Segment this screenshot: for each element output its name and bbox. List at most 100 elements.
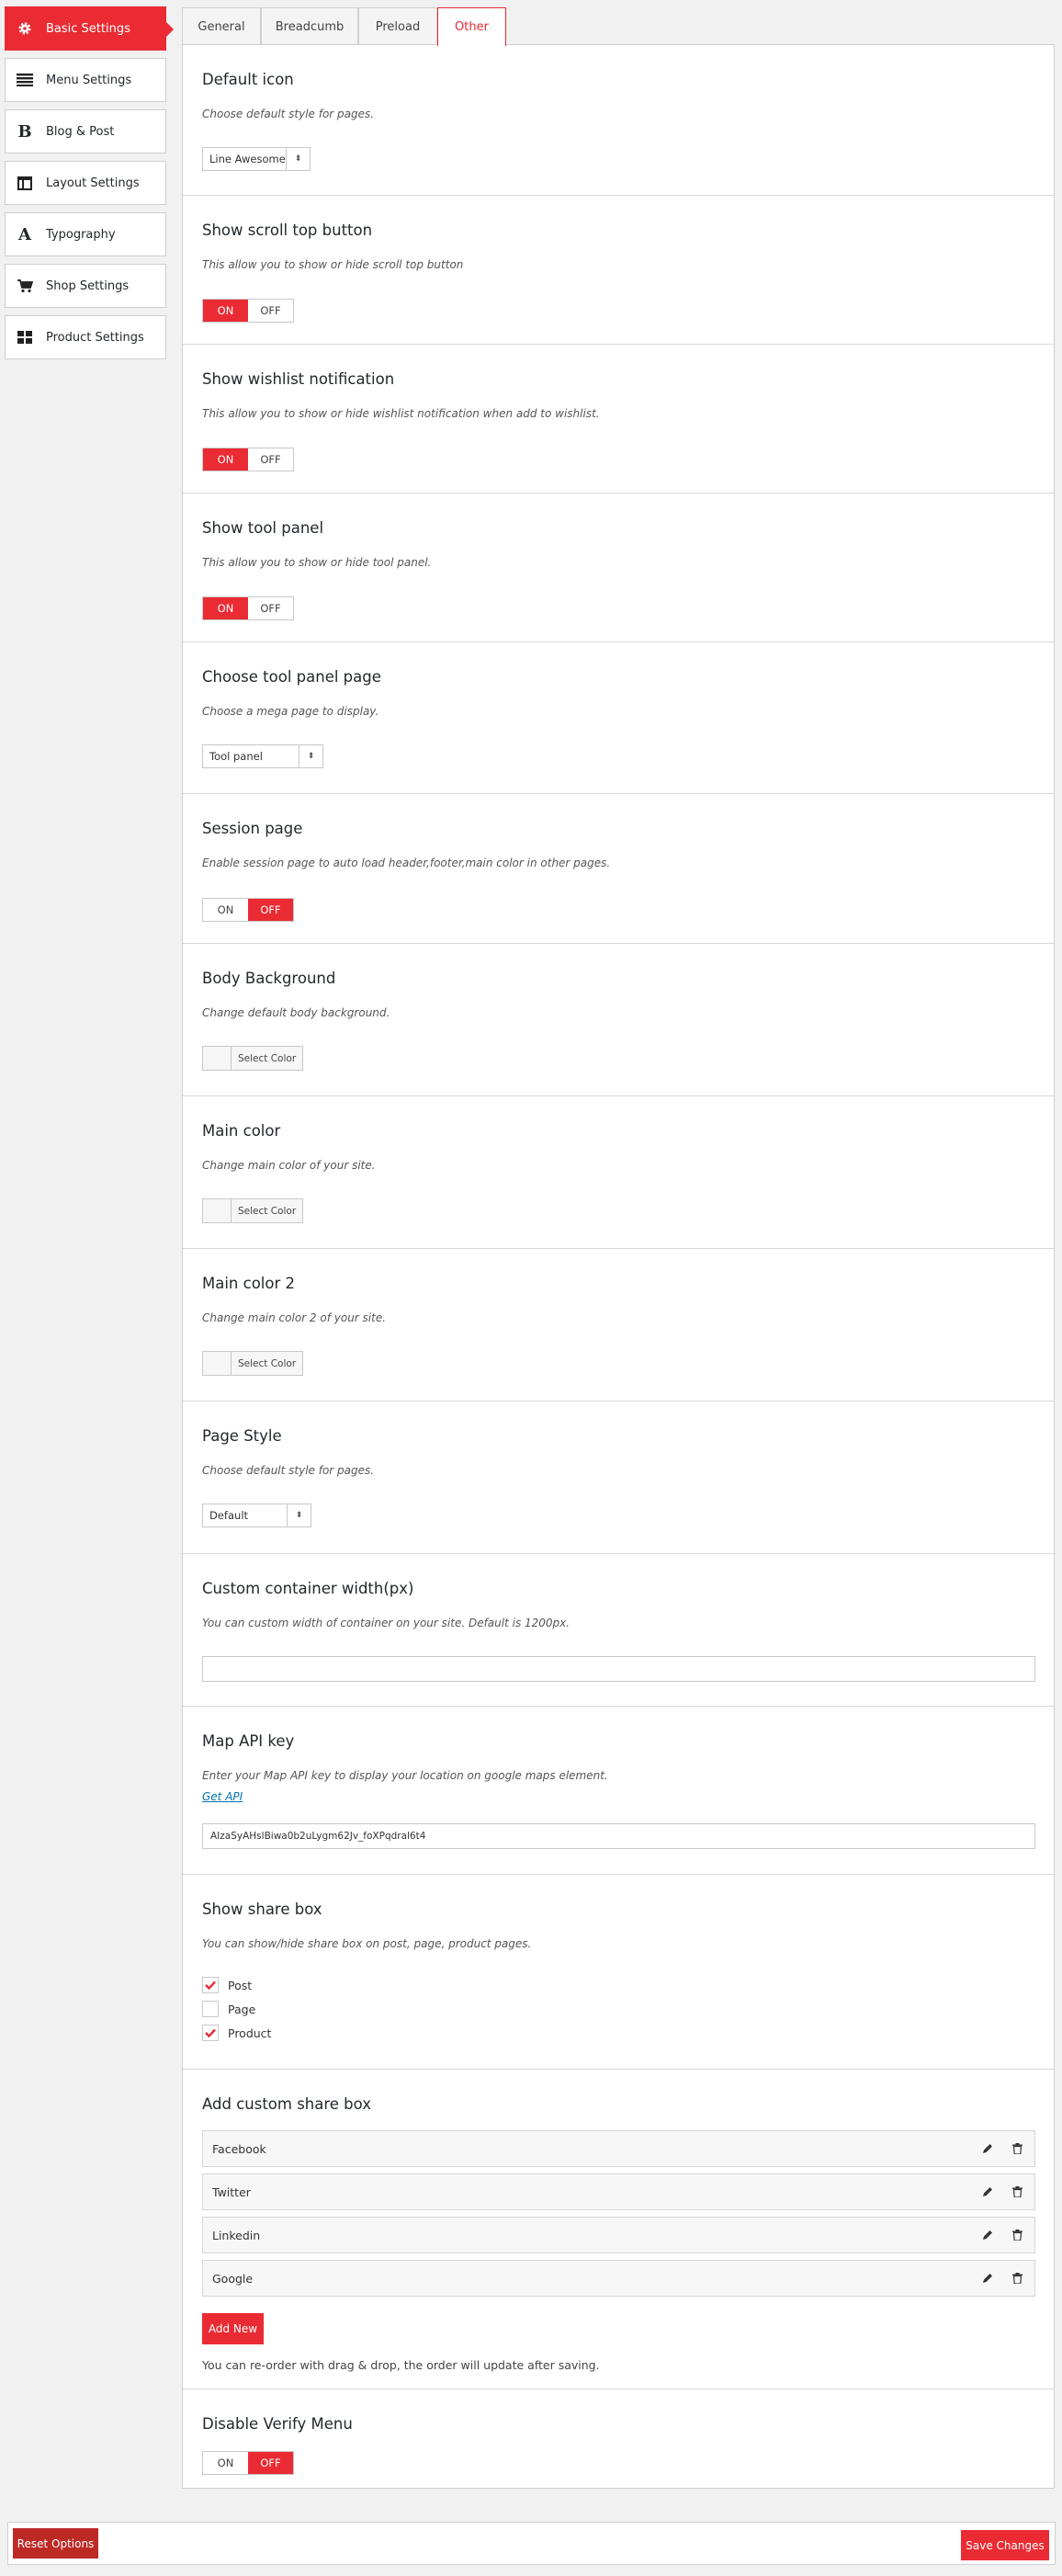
main-color-2-picker[interactable]: Select Color <box>202 1351 304 1376</box>
section-title: Custom container width(px) <box>202 1580 414 1597</box>
section-title: Default icon <box>202 71 294 88</box>
settings-tabs: General Breadcumb Preload Other <box>182 7 506 46</box>
tab-preload[interactable]: Preload <box>358 7 437 45</box>
layout-icon <box>15 176 35 190</box>
share-item-facebook[interactable]: Facebook <box>202 2130 1035 2167</box>
save-changes-button[interactable]: Save Changes <box>961 2530 1049 2560</box>
updown-arrow-icon: ⬍ <box>299 745 322 767</box>
grid-icon <box>15 331 35 344</box>
sidebar-item-label: Basic Settings <box>46 21 130 36</box>
tab-breadcumb[interactable]: Breadcumb <box>261 7 358 45</box>
section-container-width: Custom container width(px) You can custo… <box>183 1554 1054 1707</box>
tool-panel-page-select[interactable]: Tool panel ⬍ <box>202 744 323 768</box>
share-item-twitter[interactable]: Twitter <box>202 2173 1035 2210</box>
share-item-linkedin[interactable]: Linkedin <box>202 2217 1035 2253</box>
section-disable-verify-menu: Disable Verify Menu ON OFF <box>183 2389 1054 2490</box>
checkbox-label: Page <box>228 2002 256 2016</box>
section-description: Choose default style for pages. <box>202 1464 375 1477</box>
sidebar-item-typography[interactable]: A Typography <box>5 212 166 256</box>
select-value: Tool panel <box>209 750 263 763</box>
toggle-on-button[interactable]: ON <box>203 448 248 471</box>
toggle-off-button[interactable]: OFF <box>248 300 293 322</box>
share-option-post: Post <box>202 1977 252 1993</box>
section-title: Show share box <box>202 1901 322 1918</box>
sidebar-item-shop-settings[interactable]: Shop Settings <box>5 264 166 308</box>
checkbox-checked[interactable] <box>202 2025 219 2041</box>
pencil-icon[interactable] <box>977 2143 998 2154</box>
section-title: Disable Verify Menu <box>202 2415 353 2433</box>
page-style-select[interactable]: Default ⬍ <box>202 1504 311 1527</box>
pencil-icon[interactable] <box>977 2273 998 2284</box>
section-title: Map API key <box>202 1732 295 1750</box>
select-value: Line Awesome <box>209 153 286 165</box>
verify-menu-toggle: ON OFF <box>202 2451 294 2475</box>
share-item-google[interactable]: Google <box>202 2260 1035 2297</box>
section-title: Add custom share box <box>202 2095 372 2113</box>
wishlist-toggle: ON OFF <box>202 448 294 471</box>
settings-panel: Default icon Choose default style for pa… <box>182 44 1055 2489</box>
section-title: Show scroll top button <box>202 221 373 239</box>
color-swatch <box>203 1352 232 1375</box>
trash-icon[interactable] <box>1007 2273 1027 2284</box>
sidebar-item-label: Shop Settings <box>46 278 130 293</box>
cart-icon <box>15 278 35 293</box>
checkbox-unchecked[interactable] <box>202 2001 219 2017</box>
toggle-off-button[interactable]: OFF <box>248 2452 293 2474</box>
pencil-icon[interactable] <box>977 2230 998 2241</box>
sidebar-item-blog-post[interactable]: B Blog & Post <box>5 109 166 153</box>
section-body-background: Body Background Change default body back… <box>183 944 1054 1096</box>
section-description: Change main color of your site. <box>202 1159 376 1172</box>
container-width-input[interactable] <box>202 1656 1035 1682</box>
section-description: This allow you to show or hide wishlist … <box>202 407 600 420</box>
section-description: Change main color 2 of your site. <box>202 1311 387 1324</box>
toggle-off-button[interactable]: OFF <box>248 597 293 619</box>
get-api-link[interactable]: Get API <box>202 1790 243 1803</box>
body-background-color-picker[interactable]: Select Color <box>202 1046 304 1071</box>
reset-options-button[interactable]: Reset Options <box>13 2528 98 2559</box>
sidebar-item-label: Layout Settings <box>46 176 140 190</box>
trash-icon[interactable] <box>1007 2186 1027 2197</box>
sidebar-item-layout-settings[interactable]: Layout Settings <box>5 161 166 205</box>
select-color-label: Select Color <box>232 1352 303 1375</box>
toggle-off-button[interactable]: OFF <box>248 448 293 471</box>
section-tool-panel-page: Choose tool panel page Choose a mega pag… <box>183 642 1054 794</box>
trash-icon[interactable] <box>1007 2143 1027 2154</box>
toggle-on-button[interactable]: ON <box>203 899 248 921</box>
sidebar-item-label: Product Settings <box>46 330 144 345</box>
share-option-product: Product <box>202 2025 271 2041</box>
toggle-on-button[interactable]: ON <box>203 597 248 619</box>
share-item-label: Facebook <box>212 2141 266 2156</box>
toggle-on-button[interactable]: ON <box>203 2452 248 2474</box>
sidebar-item-label: Blog & Post <box>46 124 115 139</box>
trash-icon[interactable] <box>1007 2230 1027 2241</box>
checkmark-icon <box>205 2028 216 2037</box>
checkbox-label: Post <box>228 1978 253 1992</box>
add-new-share-button[interactable]: Add New <box>202 2313 264 2344</box>
session-page-toggle: ON OFF <box>202 898 294 922</box>
color-swatch <box>203 1047 232 1070</box>
section-description: Choose default style for pages. <box>202 108 375 120</box>
toggle-on-button[interactable]: ON <box>203 300 248 322</box>
map-api-key-input[interactable]: AIzaSyAHslBiwa0b2uLygm62Jv_foXPqdral6t4 <box>202 1823 1035 1849</box>
section-custom-share-box: Add custom share box Facebook Twitter Li… <box>183 2070 1054 2389</box>
default-icon-select[interactable]: Line Awesome ⬍ <box>202 147 311 171</box>
share-item-label: Twitter <box>212 2184 251 2199</box>
section-description: You can custom width of container on you… <box>202 1617 571 1629</box>
section-title: Show wishlist notification <box>202 370 395 388</box>
toggle-off-button[interactable]: OFF <box>248 899 293 921</box>
tab-other[interactable]: Other <box>437 7 506 46</box>
main-color-picker[interactable]: Select Color <box>202 1198 304 1223</box>
section-tool-panel: Show tool panel This allow you to show o… <box>183 494 1054 642</box>
share-item-label: Google <box>212 2271 254 2286</box>
pencil-icon[interactable] <box>977 2186 998 2197</box>
section-title: Body Background <box>202 970 336 987</box>
updown-arrow-icon: ⬍ <box>286 148 310 170</box>
section-title: Session page <box>202 820 303 837</box>
section-title: Main color <box>202 1122 281 1140</box>
checkbox-checked[interactable] <box>202 1977 219 1993</box>
sidebar-item-menu-settings[interactable]: Menu Settings <box>5 58 166 102</box>
sidebar-item-basic-settings[interactable]: Basic Settings <box>5 6 174 51</box>
sidebar-item-product-settings[interactable]: Product Settings <box>5 315 166 359</box>
tab-general[interactable]: General <box>182 7 261 45</box>
updown-arrow-icon: ⬍ <box>287 1504 311 1526</box>
